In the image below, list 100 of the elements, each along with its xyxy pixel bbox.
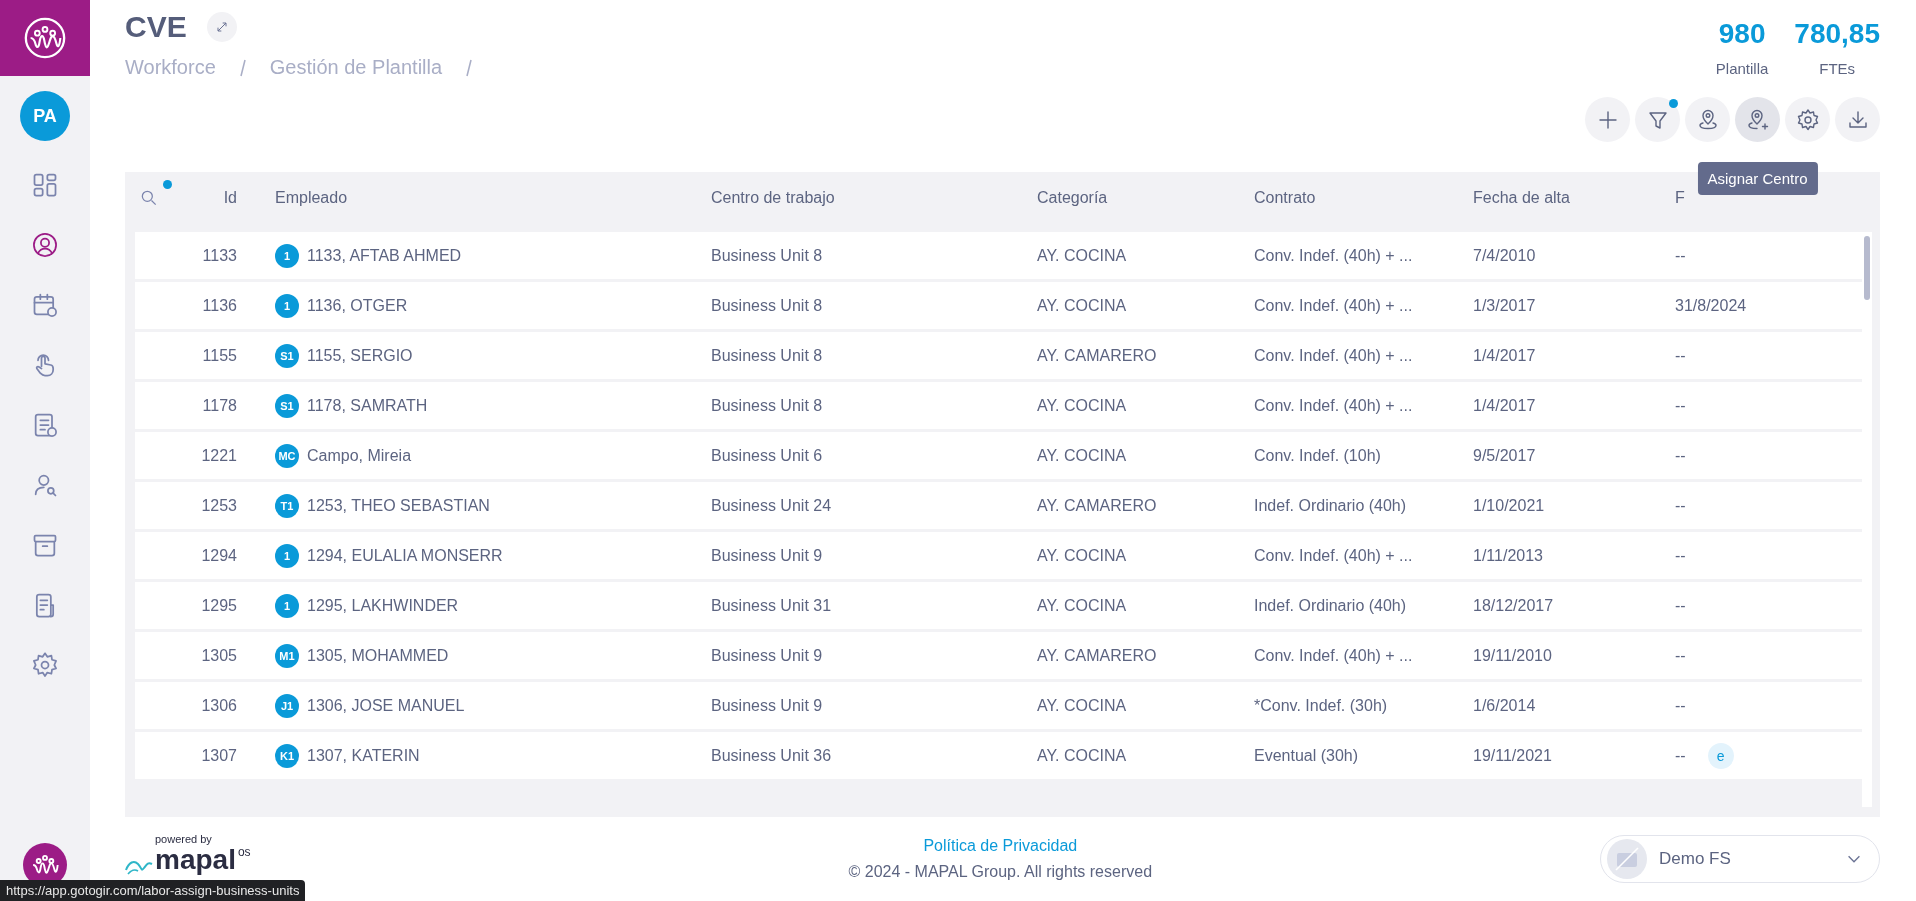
table-cell: 1155 bbox=[202, 346, 237, 364]
table-cell: -- bbox=[1675, 446, 1686, 465]
employee-name[interactable]: 1305, MOHAMMED bbox=[307, 646, 449, 665]
copyright-text: © 2024 - MAPAL Group. All rights reserved bbox=[848, 863, 1153, 881]
employee-name[interactable]: 1155, SERGIO bbox=[307, 346, 413, 365]
table-cell: AY. COCINA bbox=[1037, 396, 1127, 414]
employee-name[interactable]: Campo, Mireia bbox=[307, 446, 412, 465]
settings-icon[interactable] bbox=[31, 651, 59, 679]
stat-value: 780,85 bbox=[1794, 18, 1880, 50]
table-cell: 1307 bbox=[201, 746, 237, 764]
table-cell: AY. COCINA bbox=[1037, 246, 1127, 264]
table-cell: AY. CAMARERO bbox=[1037, 496, 1157, 514]
table-cell: Conv. Indef. (40h) + ... bbox=[1254, 546, 1413, 564]
scrollbar-thumb[interactable] bbox=[1864, 236, 1870, 300]
table-cell: -- bbox=[1675, 246, 1686, 265]
powered-by-text: powered by bbox=[155, 833, 213, 845]
table-cell: 1/11/2013 bbox=[1473, 546, 1543, 564]
column-header[interactable]: Contrato bbox=[1254, 189, 1316, 206]
table-cell: 31/8/2024 bbox=[1675, 296, 1747, 315]
table-cell: 1133 bbox=[202, 246, 237, 264]
table-cell: AY. COCINA bbox=[1037, 746, 1127, 764]
employee-name[interactable]: 1136, OTGER bbox=[307, 296, 408, 315]
stat-label: Plantilla bbox=[1715, 60, 1769, 77]
table-cell: Conv. Indef. (10h) bbox=[1254, 446, 1381, 464]
table-cell: AY. COCINA bbox=[1037, 596, 1127, 614]
table-cell: AY. COCINA bbox=[1037, 546, 1127, 564]
column-header[interactable]: Fecha de alta bbox=[1473, 189, 1570, 206]
table-cell: Business Unit 36 bbox=[711, 746, 832, 764]
employee-name[interactable]: 1307, KATERIN bbox=[307, 746, 420, 765]
table-cell: 1295 bbox=[201, 596, 237, 614]
calendar-icon[interactable] bbox=[31, 291, 59, 319]
privacy-link[interactable]: Política de Privacidad bbox=[923, 837, 1078, 855]
location-add-button[interactable] bbox=[1735, 97, 1780, 142]
table-cell: AY. CAMARERO bbox=[1037, 346, 1157, 364]
initials-avatar: K1 bbox=[275, 743, 299, 768]
table-cell: -- bbox=[1675, 396, 1686, 415]
table-cell: -- bbox=[1675, 496, 1686, 515]
table-cell: Business Unit 9 bbox=[711, 696, 823, 714]
table-cell: AY. CAMARERO bbox=[1037, 646, 1157, 664]
table-cell: 1/4/2017 bbox=[1473, 396, 1536, 414]
table-cell: 1178 bbox=[202, 396, 237, 414]
user-icon[interactable] bbox=[31, 231, 59, 259]
column-header[interactable]: F bbox=[1675, 189, 1685, 206]
brand-suffix: os bbox=[237, 845, 251, 859]
add-button[interactable] bbox=[1585, 97, 1630, 142]
table-cell: 1/3/2017 bbox=[1473, 296, 1536, 314]
table-cell: 1/6/2014 bbox=[1473, 696, 1536, 714]
table-cell: 1305 bbox=[201, 646, 237, 664]
table-cell: Business Unit 24 bbox=[711, 496, 832, 514]
table-cell: 1253 bbox=[201, 496, 237, 514]
employee-name[interactable]: 1178, SAMRATH bbox=[307, 396, 428, 415]
wave-logo-icon bbox=[125, 860, 153, 875]
search-icon[interactable] bbox=[139, 188, 159, 208]
filter-button[interactable] bbox=[1635, 97, 1680, 142]
table-cell: Indef. Ordinario (40h) bbox=[1254, 596, 1407, 614]
initials-avatar: J1 bbox=[275, 693, 299, 718]
table-cell: Business Unit 8 bbox=[711, 296, 823, 314]
table-cell: AY. COCINA bbox=[1037, 446, 1127, 464]
employee-name[interactable]: 1253, THEO SEBASTIAN bbox=[307, 496, 490, 515]
column-header[interactable]: Categoría bbox=[1037, 189, 1108, 206]
table-cell: Business Unit 8 bbox=[711, 396, 823, 414]
employee-name[interactable]: 1133, AFTAB AHMED bbox=[307, 246, 462, 265]
user-avatar[interactable]: PA bbox=[20, 91, 70, 141]
table-cell: Business Unit 9 bbox=[711, 646, 823, 664]
table-cell: Conv. Indef. (40h) + ... bbox=[1254, 646, 1413, 664]
table-cell: Eventual (30h) bbox=[1254, 746, 1359, 764]
tag: e bbox=[1707, 742, 1734, 769]
employee-name[interactable]: 1294, EULALIA MONSERR bbox=[307, 546, 503, 565]
table-cell: Business Unit 8 bbox=[711, 246, 823, 264]
initials-avatar: S1 bbox=[275, 393, 299, 418]
stat-value: 980 bbox=[1718, 18, 1766, 50]
table-cell: 1/4/2017 bbox=[1473, 346, 1536, 364]
brand-name: mapal bbox=[155, 845, 236, 875]
column-header[interactable]: Id bbox=[223, 189, 237, 206]
employee-name[interactable]: 1306, JOSE MANUEL bbox=[307, 696, 465, 715]
dashboard-icon[interactable] bbox=[31, 171, 59, 199]
employee-name[interactable]: 1295, LAKHWINDER bbox=[307, 596, 459, 615]
table-cell: 1294 bbox=[201, 546, 237, 564]
table-cell: 18/12/2017 bbox=[1473, 596, 1554, 614]
initials-avatar: S1 bbox=[275, 343, 299, 368]
settings-button[interactable] bbox=[1785, 97, 1830, 142]
stat-label: FTEs bbox=[1819, 60, 1856, 77]
location-button[interactable] bbox=[1685, 97, 1730, 142]
expand-button[interactable] bbox=[206, 12, 237, 42]
initials-avatar: MC bbox=[275, 443, 299, 468]
table-cell: -- bbox=[1675, 346, 1686, 365]
initials-avatar: T1 bbox=[275, 493, 299, 518]
table-cell: Conv. Indef. (40h) + ... bbox=[1254, 396, 1413, 414]
download-button[interactable] bbox=[1835, 97, 1880, 142]
account-selector[interactable]: Demo FS bbox=[1600, 835, 1880, 883]
column-header[interactable]: Centro de trabajo bbox=[711, 189, 835, 206]
initials-avatar: M1 bbox=[275, 643, 299, 668]
table-cell: Business Unit 8 bbox=[711, 346, 823, 364]
table-cell: -- bbox=[1675, 746, 1686, 765]
table-cell: Business Unit 31 bbox=[711, 596, 832, 614]
initials-avatar: 1 bbox=[275, 593, 299, 618]
column-header[interactable]: Empleado bbox=[275, 189, 348, 206]
app-logo[interactable] bbox=[0, 0, 90, 76]
table-cell: Business Unit 6 bbox=[711, 446, 823, 464]
table-cell: 7/4/2010 bbox=[1473, 246, 1536, 264]
